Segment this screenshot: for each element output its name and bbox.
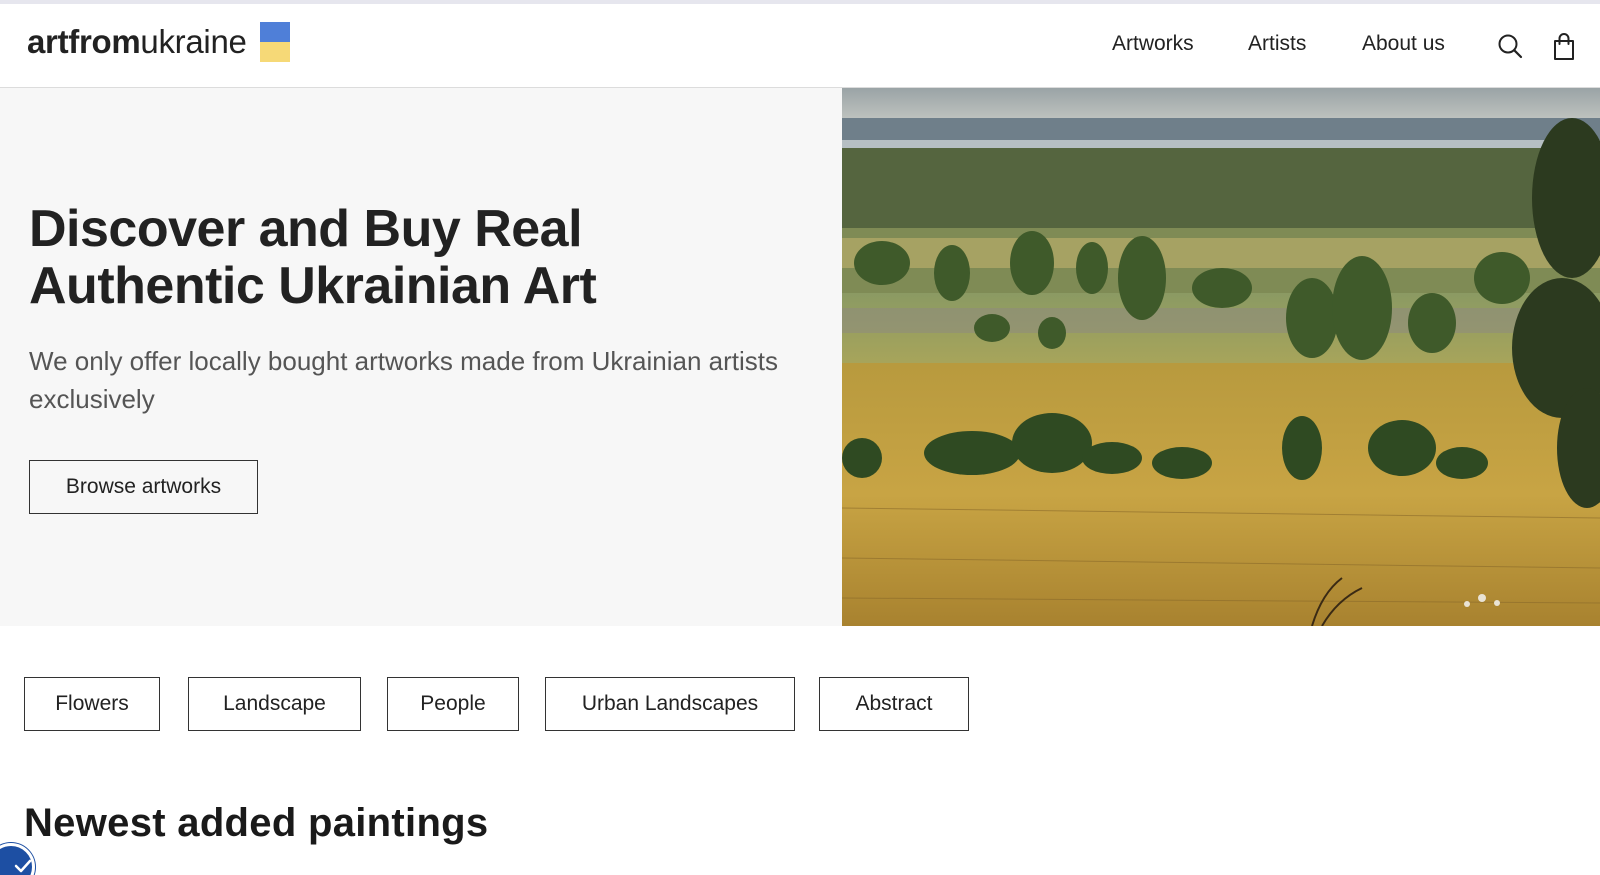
search-icon[interactable] [1497, 32, 1525, 62]
hero-subtitle: We only offer locally bought artworks ma… [29, 346, 779, 414]
category-landscape[interactable]: Landscape [188, 677, 361, 731]
hero-landscape-painting [842, 88, 1600, 626]
hero-title: Discover and Buy Real Authentic Ukrainia… [29, 200, 597, 315]
site-logo[interactable]: artfromukraine [27, 22, 290, 62]
newest-paintings-heading: Newest added paintings [24, 801, 489, 845]
accessibility-icon[interactable] [0, 843, 35, 875]
ukraine-flag-icon [259, 22, 290, 62]
category-abstract[interactable]: Abstract [819, 677, 969, 731]
category-people[interactable]: People [387, 677, 519, 731]
logo-text: artfromukraine [27, 23, 247, 60]
site-header: artfromukraine Artworks Artists About us [0, 4, 1600, 88]
category-flowers[interactable]: Flowers [24, 677, 160, 731]
nav-artists[interactable]: Artists [1248, 32, 1306, 56]
browse-artworks-button[interactable]: Browse artworks [29, 460, 258, 514]
cart-icon[interactable] [1552, 32, 1580, 62]
nav-about-us[interactable]: About us [1362, 32, 1445, 56]
hero-section: Discover and Buy Real Authentic Ukrainia… [0, 88, 842, 626]
nav-artworks[interactable]: Artworks [1112, 32, 1194, 56]
category-urban-landscapes[interactable]: Urban Landscapes [545, 677, 795, 731]
